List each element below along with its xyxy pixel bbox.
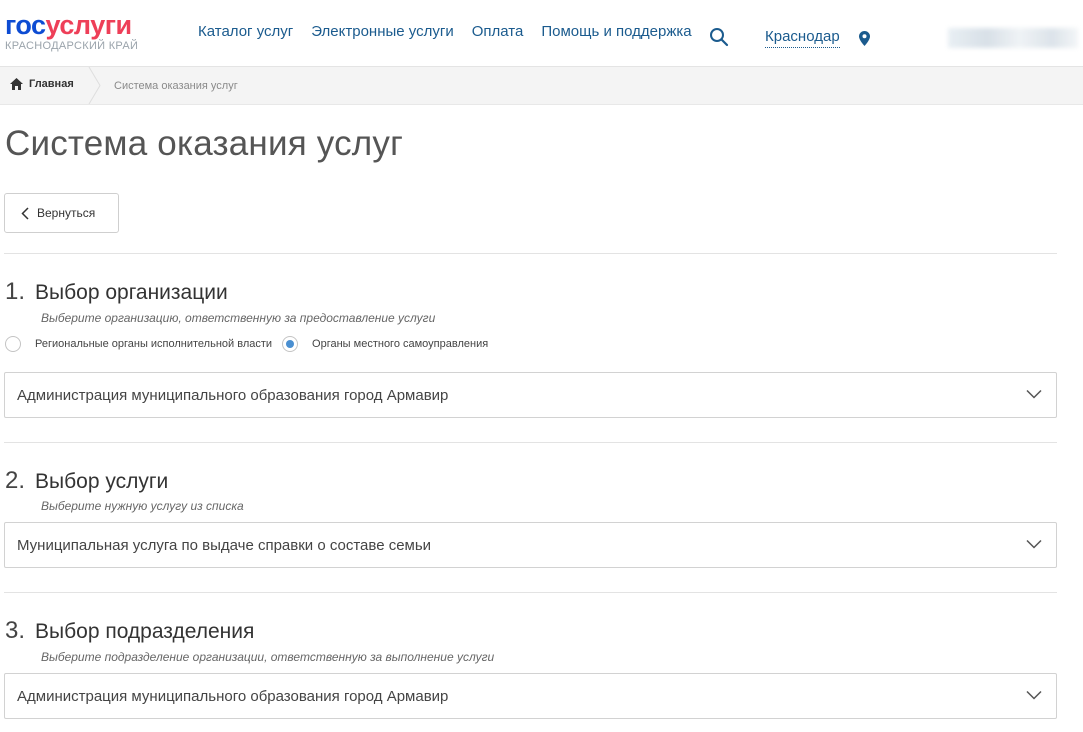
back-button[interactable]: Вернуться bbox=[4, 193, 119, 233]
user-account-blurred[interactable] bbox=[948, 28, 1078, 48]
chevron-down-icon bbox=[1026, 389, 1042, 399]
main-nav: Каталог услуг Электронные услуги Оплата … bbox=[198, 23, 710, 40]
nav-catalog[interactable]: Каталог услуг bbox=[198, 23, 293, 40]
breadcrumb-separator bbox=[88, 67, 101, 104]
department-select-value: Администрация муниципального образования… bbox=[17, 688, 449, 705]
breadcrumb-home[interactable]: Главная bbox=[10, 78, 74, 90]
chevron-left-icon bbox=[21, 206, 29, 220]
section-number: 1. bbox=[5, 278, 26, 305]
organization-select-value: Администрация муниципального образования… bbox=[17, 387, 449, 404]
section-number: 3. bbox=[5, 617, 26, 644]
logo-gos-part: гос bbox=[5, 10, 46, 40]
section-organization-hint: Выберите организацию, ответственную за п… bbox=[41, 311, 436, 325]
logo-region: КРАСНОДАРСКИЙ КРАЙ bbox=[5, 40, 139, 52]
gosuslugi-logo[interactable]: госуслуги КРАСНОДАРСКИЙ КРАЙ bbox=[5, 10, 139, 53]
divider bbox=[4, 253, 1057, 254]
home-icon bbox=[10, 78, 23, 90]
organization-select[interactable]: Администрация муниципального образования… bbox=[4, 372, 1057, 418]
breadcrumb: Главная Система оказания услуг bbox=[0, 67, 1083, 105]
nav-electronic-services[interactable]: Электронные услуги bbox=[311, 23, 453, 40]
service-select-value: Муниципальная услуга по выдаче справки о… bbox=[17, 537, 432, 554]
section-title-text: Выбор услуги bbox=[35, 470, 169, 493]
logo-wordmark: госуслуги bbox=[5, 10, 138, 40]
section-service-hint: Выберите нужную услугу из списка bbox=[41, 499, 244, 513]
section-department-hint: Выберите подразделение организации, отве… bbox=[41, 650, 495, 664]
section-organization-title: 1. Выбор организации bbox=[5, 278, 228, 306]
nav-payment[interactable]: Оплата bbox=[472, 23, 524, 40]
logo-uslugi-part: услуги bbox=[45, 10, 133, 40]
service-select[interactable]: Муниципальная услуга по выдаче справки о… bbox=[4, 522, 1057, 568]
chevron-down-icon bbox=[1026, 690, 1042, 700]
section-title-text: Выбор организации bbox=[35, 281, 228, 304]
breadcrumb-current: Система оказания услуг bbox=[114, 80, 238, 92]
section-number: 2. bbox=[5, 467, 26, 494]
section-department-title: 3. Выбор подразделения bbox=[5, 617, 254, 645]
city-selector[interactable]: Краснодар bbox=[765, 28, 840, 48]
radio-municipal[interactable] bbox=[282, 336, 299, 352]
location-pin-icon[interactable] bbox=[859, 31, 870, 46]
back-button-label: Вернуться bbox=[37, 206, 96, 220]
radio-regional[interactable] bbox=[5, 336, 21, 352]
radio-municipal-label: Органы местного самоуправления bbox=[312, 338, 489, 350]
radio-regional-label: Региональные органы исполнительной власт… bbox=[35, 338, 273, 350]
search-icon[interactable] bbox=[709, 27, 729, 47]
nav-help[interactable]: Помощь и поддержка bbox=[541, 23, 691, 40]
section-title-text: Выбор подразделения bbox=[35, 620, 255, 643]
page-title: Система оказания услуг bbox=[5, 124, 404, 163]
organization-type-radios: Региональные органы исполнительной власт… bbox=[5, 336, 498, 352]
department-select[interactable]: Администрация муниципального образования… bbox=[4, 673, 1057, 719]
divider bbox=[4, 442, 1057, 443]
divider bbox=[4, 592, 1057, 593]
chevron-down-icon bbox=[1026, 539, 1042, 549]
site-header: госуслуги КРАСНОДАРСКИЙ КРАЙ Каталог усл… bbox=[0, 0, 1083, 67]
breadcrumb-home-label: Главная bbox=[29, 78, 74, 90]
section-service-title: 2. Выбор услуги bbox=[5, 467, 168, 495]
